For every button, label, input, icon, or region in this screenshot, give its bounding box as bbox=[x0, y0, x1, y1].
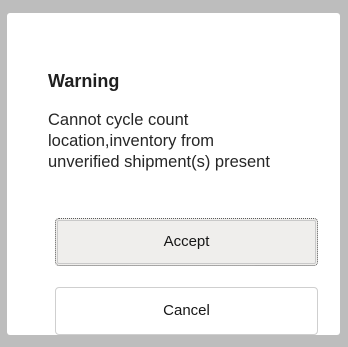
warning-dialog: Warning Cannot cycle count location,inve… bbox=[7, 13, 340, 335]
accept-button[interactable]: Accept bbox=[55, 218, 318, 266]
dialog-title: Warning bbox=[48, 71, 120, 91]
dialog-message: Cannot cycle count location,inventory fr… bbox=[48, 111, 270, 171]
cancel-button[interactable]: Cancel bbox=[55, 287, 318, 335]
